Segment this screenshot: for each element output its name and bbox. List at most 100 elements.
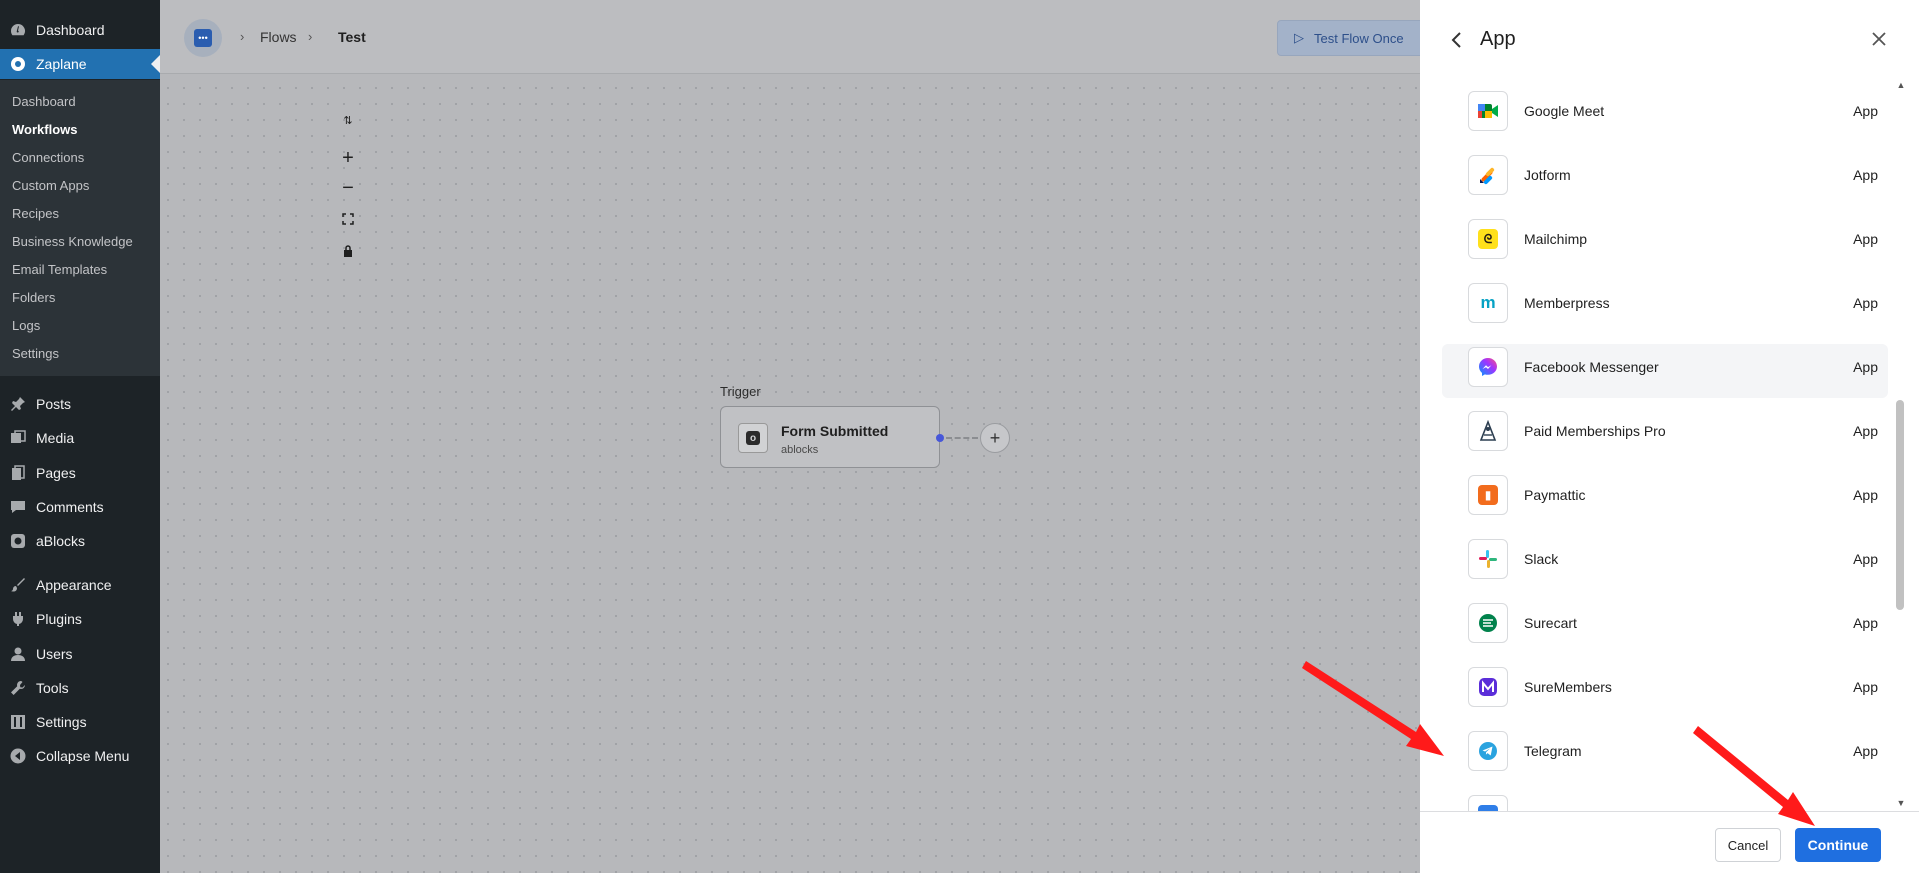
wp-menu-users[interactable]: Users <box>0 639 160 669</box>
wp-menu-comments-label: Comments <box>36 499 104 515</box>
wp-menu-comments[interactable]: Comments <box>0 492 160 522</box>
user-icon <box>10 646 26 662</box>
app-option-google-meet[interactable]: Google Meet App <box>1442 88 1888 142</box>
submenu-folders[interactable]: Folders <box>12 290 55 305</box>
test-flow-once-button[interactable]: ▷ Test Flow Once <box>1277 20 1427 56</box>
wp-menu-posts[interactable]: Posts <box>0 389 160 419</box>
wp-menu-posts-label: Posts <box>36 396 72 412</box>
wp-menu-media-label: Media <box>36 430 75 446</box>
mailchimp-icon: ᘓ <box>1468 219 1508 259</box>
app-name: Google Meet <box>1524 103 1605 119</box>
messenger-icon <box>1468 347 1508 387</box>
telegram-icon <box>1468 731 1508 771</box>
test-flow-once-label: Test Flow Once <box>1314 30 1404 46</box>
wp-menu-pages-label: Pages <box>36 465 76 481</box>
submenu-recipes[interactable]: Recipes <box>12 206 59 221</box>
app-icon-partial <box>1468 795 1508 812</box>
flow-header: ••• › Flows › Test ▷ Test Flow Once <box>160 0 1427 74</box>
trigger-node-subtitle: ablocks <box>781 444 819 456</box>
wp-menu-tools[interactable]: Tools <box>0 673 160 703</box>
cancel-button[interactable]: Cancel <box>1715 828 1781 862</box>
ablocks-icon: o <box>738 423 768 453</box>
breadcrumb-current-flow: Test <box>338 29 366 45</box>
submenu-custom-apps[interactable]: Custom Apps <box>12 178 89 193</box>
zaplane-app-logo[interactable]: ••• <box>184 19 222 57</box>
jotform-icon <box>1468 155 1508 195</box>
google-meet-icon <box>1468 91 1508 131</box>
app-name: Jotform <box>1524 167 1571 183</box>
submenu-connections[interactable]: Connections <box>12 150 84 165</box>
wp-menu-tools-label: Tools <box>36 680 69 696</box>
app-type: App <box>1853 743 1878 759</box>
scroll-down-arrow-icon[interactable]: ▼ <box>1894 798 1908 810</box>
fit-view-icon[interactable] <box>338 209 358 229</box>
submenu-logs[interactable]: Logs <box>12 318 40 333</box>
submenu-settings[interactable]: Settings <box>12 346 59 361</box>
paintbrush-icon <box>10 577 26 593</box>
app-type: App <box>1853 295 1878 311</box>
app-option-jotform[interactable]: Jotform App <box>1442 152 1888 206</box>
pages-icon <box>10 465 26 481</box>
app-option-telegram[interactable]: Telegram App <box>1442 728 1888 782</box>
wp-menu-media[interactable]: Media <box>0 423 160 453</box>
wp-menu-plugins[interactable]: Plugins <box>0 604 160 634</box>
back-button[interactable] <box>1446 28 1466 52</box>
app-option-memberpress[interactable]: m Memberpress App <box>1442 280 1888 334</box>
app-option-facebook-messenger[interactable]: Facebook Messenger App <box>1442 344 1888 398</box>
zoom-out-icon[interactable]: − <box>338 177 358 199</box>
app-type: App <box>1853 103 1878 119</box>
submenu-business-knowledge[interactable]: Business Knowledge <box>12 234 133 249</box>
app-type: App <box>1853 231 1878 247</box>
submenu-workflows[interactable]: Workflows <box>12 122 78 137</box>
app-option-partial[interactable] <box>1442 792 1888 812</box>
app-name: Paymattic <box>1524 487 1586 503</box>
zaplane-submenu: Dashboard Workflows Connections Custom A… <box>0 80 160 376</box>
app-option-slack[interactable]: Slack App <box>1442 536 1888 590</box>
wp-menu-ablocks[interactable]: aBlocks <box>0 526 160 556</box>
zoom-in-icon[interactable]: + <box>338 147 358 169</box>
submenu-email-templates[interactable]: Email Templates <box>12 262 107 277</box>
app-option-paid-memberships-pro[interactable]: Paid Memberships Pro App <box>1442 408 1888 462</box>
zaplane-logo-icon <box>10 56 26 72</box>
zaplane-logo-icon: ••• <box>194 29 212 47</box>
swap-icon[interactable]: ⇅ <box>338 110 358 130</box>
slack-icon <box>1468 539 1508 579</box>
app-option-suremembers[interactable]: SureMembers App <box>1442 664 1888 718</box>
suremembers-icon <box>1468 667 1508 707</box>
wp-menu-settings-label: Settings <box>36 714 87 730</box>
wp-menu-zaplane[interactable]: Zaplane <box>0 49 160 79</box>
close-icon <box>1872 32 1886 46</box>
wp-menu-pages[interactable]: Pages <box>0 458 160 488</box>
close-button[interactable] <box>1866 26 1892 52</box>
surecart-icon <box>1468 603 1508 643</box>
continue-button[interactable]: Continue <box>1795 828 1881 862</box>
app-type: App <box>1853 487 1878 503</box>
app-option-paymattic[interactable]: ▮ Paymattic App <box>1442 472 1888 526</box>
app-list: Google Meet App Jotform App ᘓ Mailchimp … <box>1420 82 1900 812</box>
app-name: Telegram <box>1524 743 1582 759</box>
drawer-title: App <box>1480 28 1516 50</box>
drawer-footer: Cancel Continue <box>1420 811 1919 873</box>
wp-menu-dashboard[interactable]: Dashboard <box>0 15 160 45</box>
submenu-dashboard[interactable]: Dashboard <box>12 94 76 109</box>
scrollbar-thumb[interactable] <box>1896 400 1904 610</box>
wp-menu-settings[interactable]: Settings <box>0 707 160 737</box>
app-type: App <box>1853 615 1878 631</box>
node-connector <box>946 437 978 439</box>
node-handle[interactable] <box>936 434 944 442</box>
app-option-surecart[interactable]: Surecart App <box>1442 600 1888 654</box>
add-step-button[interactable]: + <box>980 423 1010 453</box>
wp-menu-appearance[interactable]: Appearance <box>0 570 160 600</box>
breadcrumb-flows[interactable]: Flows <box>260 29 297 45</box>
paymattic-icon: ▮ <box>1468 475 1508 515</box>
wrench-icon <box>10 680 26 696</box>
app-option-mailchimp[interactable]: ᘓ Mailchimp App <box>1442 216 1888 270</box>
memberpress-icon: m <box>1468 283 1508 323</box>
wp-admin-sidebar: Dashboard Zaplane Dashboard Workflows Co… <box>0 0 160 873</box>
lock-icon[interactable] <box>338 241 358 261</box>
trigger-node[interactable]: o Form Submitted ablocks <box>720 406 940 468</box>
app-name: Memberpress <box>1524 295 1610 311</box>
wp-menu-collapse[interactable]: Collapse Menu <box>0 741 160 771</box>
app-name: Slack <box>1524 551 1559 567</box>
scroll-up-arrow-icon[interactable]: ▲ <box>1894 80 1908 92</box>
